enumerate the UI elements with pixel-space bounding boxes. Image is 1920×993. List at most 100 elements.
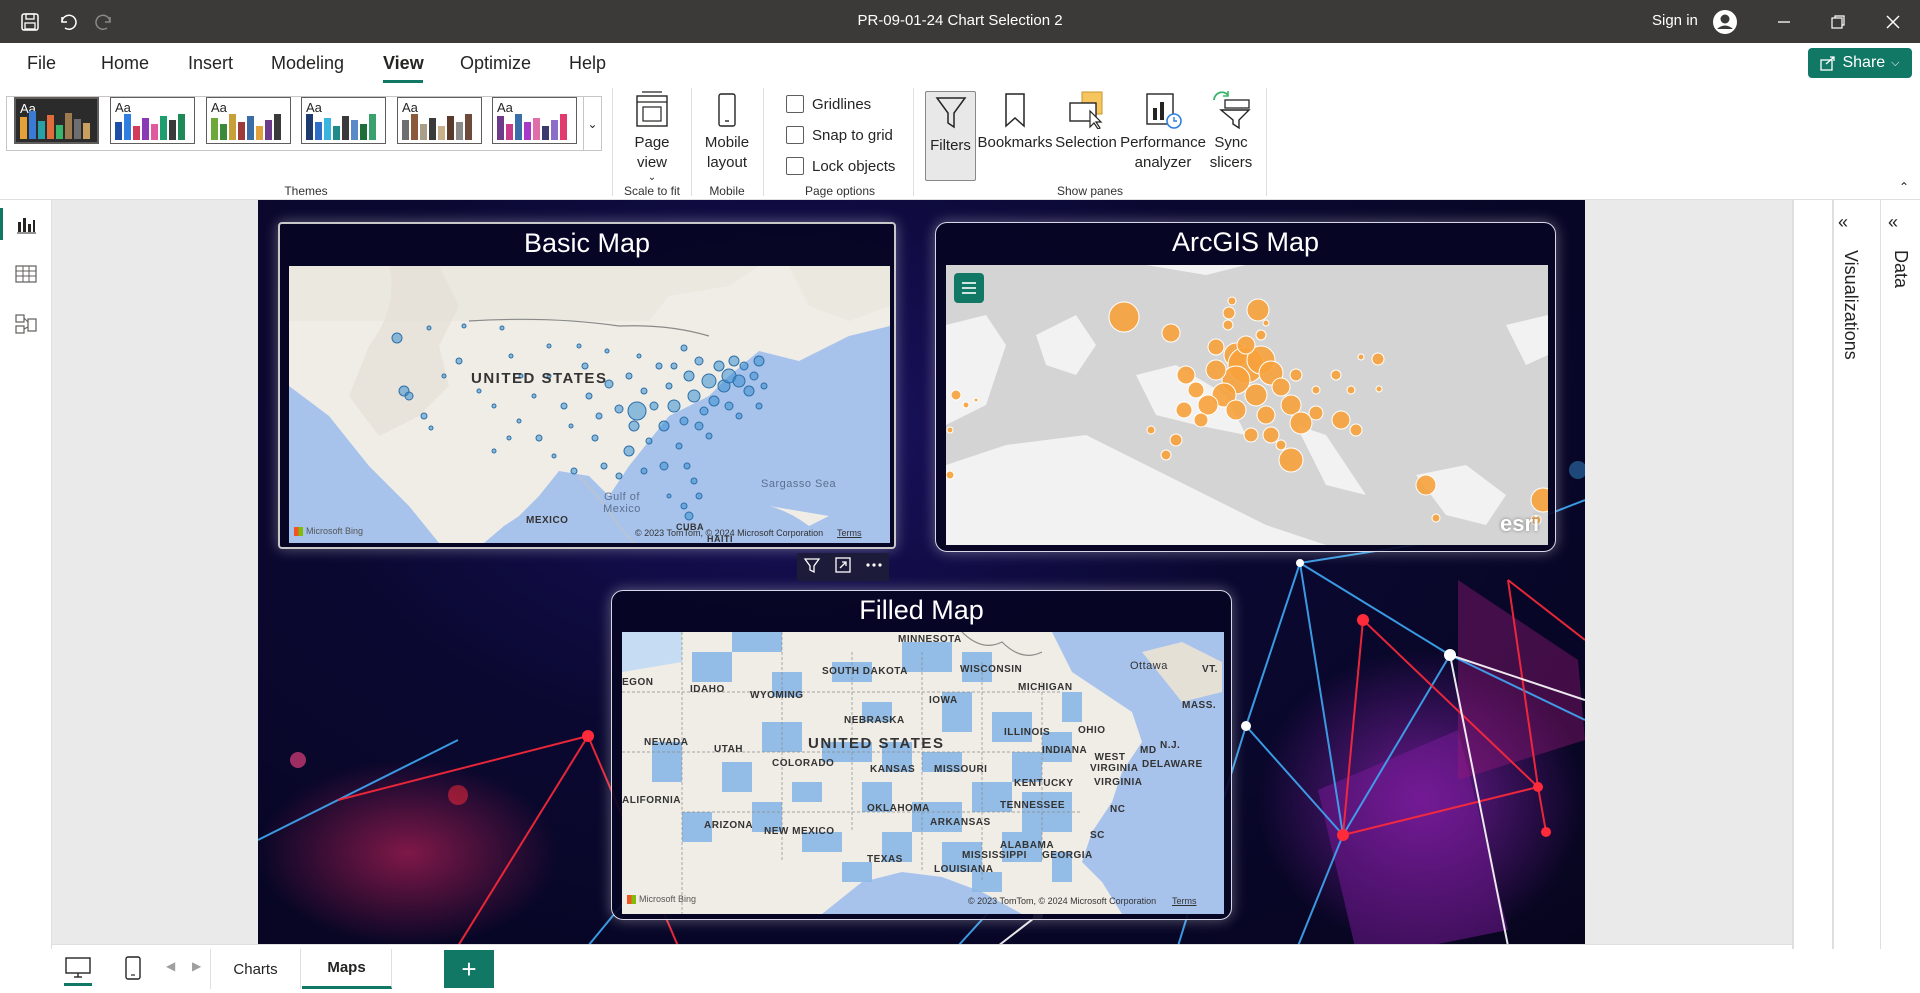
data-pane-label[interactable]: Data [1890, 250, 1911, 288]
menu-home[interactable]: Home [101, 53, 149, 74]
snap-to-grid-checkbox[interactable]: Snap to grid [786, 126, 893, 144]
filled-map-state-label: MD [1140, 745, 1157, 756]
filled-map-state-label: NEVADA [644, 737, 689, 748]
menu-optimize[interactable]: Optimize [460, 53, 531, 74]
filters-button[interactable]: Filters [925, 91, 976, 181]
filled-map-terms-link[interactable]: Terms [1172, 896, 1197, 906]
account-icon[interactable] [1710, 7, 1740, 37]
filled-map-state-label: IOWA [929, 695, 958, 706]
gridlines-label: Gridlines [812, 95, 872, 113]
filled-map-visual[interactable]: Filled Map MINNESOTA SOUTH DAKOTA WISCON… [611, 590, 1232, 920]
filled-map-state-label: COLORADO [772, 758, 835, 769]
filled-map-state-label: MICHIGAN [1018, 682, 1073, 693]
share-button[interactable]: Share ⌵ [1808, 48, 1912, 78]
menu-modeling[interactable]: Modeling [271, 53, 344, 74]
ribbon-separator [691, 88, 692, 196]
filled-map-state-label: WYOMING [750, 690, 804, 701]
checkbox-box [786, 126, 804, 144]
sync-slicers-button[interactable]: Sync slicers [1206, 89, 1256, 173]
theme-swatch-4[interactable]: Aa [301, 97, 386, 144]
prev-page-icon[interactable]: ◀ [166, 959, 175, 973]
tab-maps[interactable]: Maps [302, 949, 392, 989]
theme-bars [20, 111, 90, 139]
arcgis-map-canvas[interactable]: esri [946, 265, 1548, 545]
theme-bars [115, 114, 185, 140]
share-icon [1820, 56, 1836, 71]
expand-visualizations-icon[interactable]: « [1838, 212, 1848, 233]
performance-analyzer-icon [1143, 89, 1183, 131]
filled-map-state-label: INDIANA [1042, 745, 1088, 756]
active-view-indicator [0, 208, 3, 240]
add-page-button[interactable]: + [444, 950, 494, 988]
table-view-icon[interactable] [12, 260, 40, 288]
minimize-icon[interactable] [1770, 9, 1798, 35]
filled-map-attribution: © 2023 TomTom, © 2024 Microsoft Corporat… [968, 896, 1157, 906]
menu-file[interactable]: File [27, 53, 56, 74]
selection-label: Selection [1055, 134, 1117, 151]
filled-map-state-label: IDAHO [690, 684, 725, 695]
arcgis-menu-icon[interactable] [954, 273, 984, 303]
undo-icon[interactable] [54, 9, 80, 35]
basic-map-bing-logo: Microsoft Bing [294, 526, 363, 536]
performance-analyzer-label: Performance analyzer [1120, 134, 1206, 171]
theme-aa-label: Aa [211, 100, 227, 115]
focus-mode-icon[interactable] [834, 556, 852, 579]
filled-map-bing-logo: Microsoft Bing [627, 894, 696, 904]
menu-view[interactable]: View [383, 53, 424, 74]
theme-swatch-5[interactable]: Aa [397, 97, 482, 144]
next-page-icon[interactable]: ▶ [192, 959, 201, 973]
visualizations-pane-label[interactable]: Visualizations [1840, 250, 1861, 360]
theme-swatch-6[interactable]: Aa [492, 97, 577, 144]
themes-more-dropdown[interactable]: ⌄ [583, 96, 601, 151]
theme-bars [497, 114, 567, 140]
lock-objects-label: Lock objects [812, 157, 896, 175]
tab-charts[interactable]: Charts [211, 949, 301, 989]
filled-map-title: Filled Map [859, 595, 984, 625]
chevron-down-icon: ⌵ [1891, 56, 1900, 69]
filter-icon[interactable] [803, 556, 821, 579]
report-page: Basic Map UNITED STATES MEXICO Gulf of M… [258, 200, 1585, 946]
sign-in-link[interactable]: Sign in [1652, 12, 1698, 29]
basic-map-attribution: © 2023 TomTom, © 2024 Microsoft Corporat… [635, 528, 824, 538]
selection-button[interactable]: Selection [1053, 89, 1119, 153]
filled-map-state-label: VIRGINIA [1094, 777, 1143, 788]
basic-map-terms-link[interactable]: Terms [837, 528, 862, 538]
menu-help[interactable]: Help [569, 53, 606, 74]
mobile-icon [707, 89, 747, 131]
basic-map-sargasso-label: Sargasso Sea [761, 478, 837, 490]
close-icon[interactable] [1879, 9, 1907, 35]
desktop-layout-icon[interactable] [64, 955, 92, 986]
report-view-icon[interactable] [12, 210, 40, 238]
model-view-icon[interactable] [12, 310, 40, 338]
restore-icon[interactable] [1824, 9, 1852, 35]
filled-map-canvas[interactable]: MINNESOTA SOUTH DAKOTA WISCONSIN IDAHO W… [622, 632, 1224, 914]
theme-swatch-default[interactable]: Aa [14, 97, 99, 144]
ribbon-separator [913, 88, 914, 196]
phone-layout-icon[interactable] [124, 955, 142, 986]
theme-swatch-3[interactable]: Aa [206, 97, 291, 144]
save-icon[interactable] [17, 9, 43, 35]
menu-insert[interactable]: Insert [188, 53, 233, 74]
expand-data-icon[interactable]: « [1888, 212, 1898, 233]
filled-map-state-label: NEBRASKA [844, 715, 905, 726]
basic-map-gulf-label: Gulf of Mexico [603, 491, 641, 515]
filled-map-state-label: ILLINOIS [1004, 727, 1051, 738]
redo-icon[interactable] [92, 9, 118, 35]
basic-map-bubbles [391, 323, 768, 521]
theme-swatch-2[interactable]: Aa [110, 97, 195, 144]
lock-objects-checkbox[interactable]: Lock objects [786, 157, 895, 175]
basic-map-canvas[interactable]: UNITED STATES MEXICO Gulf of Mexico Sarg… [289, 266, 890, 543]
bookmarks-button[interactable]: Bookmarks [977, 89, 1053, 153]
snap-to-grid-label: Snap to grid [812, 126, 893, 144]
performance-analyzer-button[interactable]: Performance analyzer [1120, 89, 1206, 173]
filled-map-state-label: NEW MEXICO [764, 826, 835, 837]
more-options-icon[interactable] [865, 556, 883, 579]
collapse-ribbon-icon[interactable]: ⌃ [1899, 180, 1909, 194]
gridlines-checkbox[interactable]: Gridlines [786, 95, 871, 113]
arcgis-map-visual[interactable]: ArcGIS Map esri [935, 222, 1556, 552]
basic-map-visual[interactable]: Basic Map UNITED STATES MEXICO Gulf of M… [278, 222, 896, 549]
mobile-layout-button[interactable]: Mobile layout [699, 89, 755, 173]
filled-map-state-label: VT. [1202, 664, 1218, 675]
visualizations-pane-collapsed[interactable] [1792, 200, 1832, 949]
page-view-button[interactable]: Page view ⌄ [626, 89, 678, 183]
